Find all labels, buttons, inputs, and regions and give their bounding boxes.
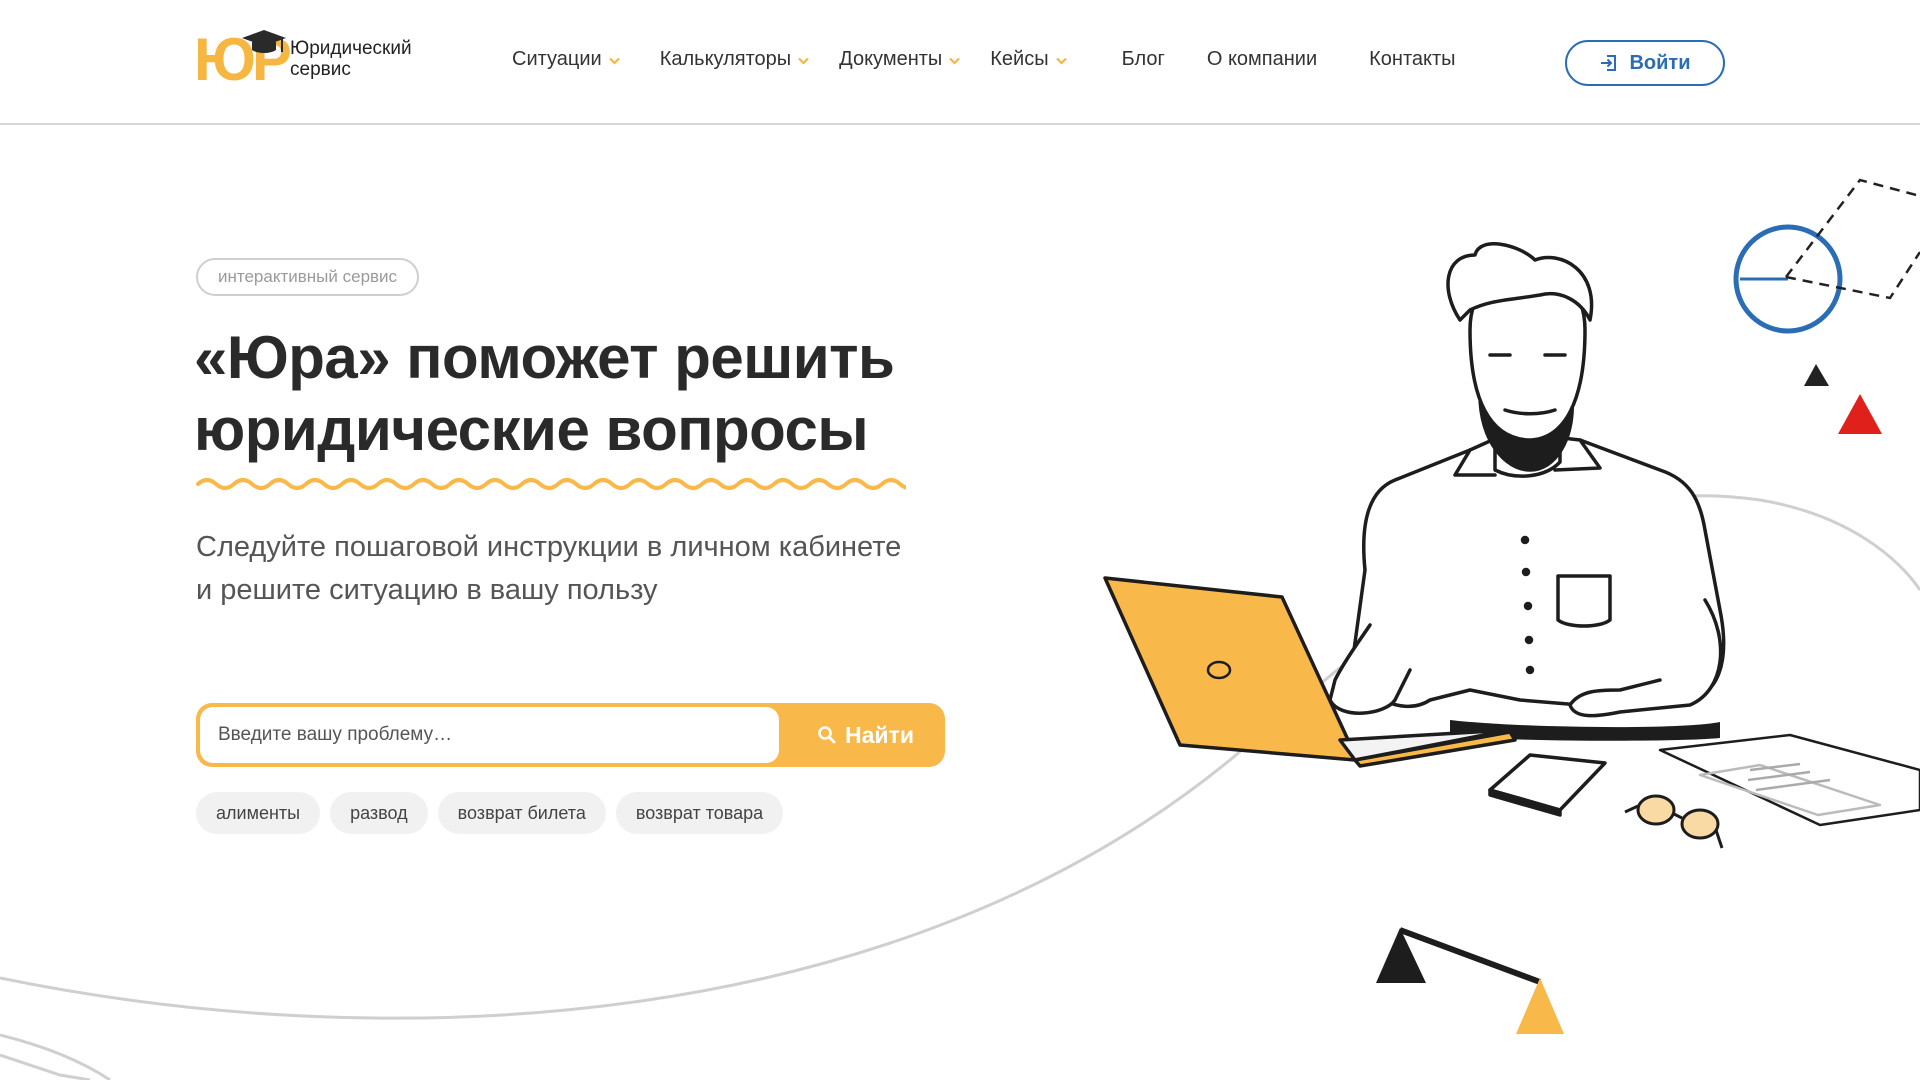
hero-title: «Юра» поможет решить юридические вопросы <box>194 322 1014 466</box>
tag-divorce[interactable]: развод <box>330 792 428 834</box>
tag-alimony[interactable]: алименты <box>196 792 321 834</box>
nav-item-situations[interactable]: Ситуации <box>512 48 620 71</box>
hero-subtitle: Следуйте пошаговой инструкции в личном к… <box>196 526 1016 612</box>
service-badge: интерактивный сервис <box>196 258 420 296</box>
decor-red-triangle <box>1838 394 1882 434</box>
login-label: Войти <box>1629 51 1691 74</box>
nav-item-label: Кейсы <box>990 48 1049 70</box>
popular-tags: алименты развод возврат билета возврат т… <box>196 792 793 834</box>
nav-item-about[interactable]: О компании <box>1207 48 1317 71</box>
chevron-down-icon <box>608 57 620 65</box>
nav-item-contacts[interactable]: Контакты <box>1369 48 1455 71</box>
logo-text: Юридический сервис <box>290 38 412 80</box>
tag-ticket-refund[interactable]: возврат билета <box>437 792 606 834</box>
man-illustration <box>1328 242 1726 718</box>
chevron-down-icon <box>798 57 809 65</box>
nav-item-label: О компании <box>1206 48 1318 70</box>
glasses-illustration <box>1624 794 1724 849</box>
search-icon <box>818 726 836 744</box>
decor-black-triangle-small <box>1804 364 1829 386</box>
nav-item-label: Калькуляторы <box>659 48 792 70</box>
site-logo[interactable]: ЮР Юридический сервис <box>194 28 412 90</box>
tag-goods-return[interactable]: возврат товара <box>615 792 784 834</box>
desk-shadow <box>1450 720 1720 741</box>
search-bar: Найти <box>196 703 945 767</box>
logo-mark: ЮР <box>194 28 292 90</box>
chevron-down-icon <box>949 57 961 65</box>
background-arc-lower <box>0 1053 91 1080</box>
logo-line-2: сервис <box>290 59 351 80</box>
login-icon <box>1601 55 1617 71</box>
nav-item-label: Документы <box>839 48 943 70</box>
decor-blue-circle <box>1733 224 1843 334</box>
nav-item-calculators[interactable]: Калькуляторы <box>660 48 809 71</box>
phone-illustration <box>1488 753 1607 817</box>
search-input[interactable] <box>200 707 779 763</box>
hero-subtitle-line-1: Следуйте пошаговой инструкции в личном к… <box>196 531 902 563</box>
hero-title-line-2: юридические вопросы <box>194 396 869 463</box>
search-button-label: Найти <box>845 721 914 748</box>
graduation-cap-icon <box>242 30 286 53</box>
papers-illustration <box>1658 733 1920 827</box>
nav-item-documents[interactable]: Документы <box>839 48 961 71</box>
site-header: ЮР Юридический сервис Ситуации Калькулят… <box>0 0 1920 125</box>
nav-item-label: Контакты <box>1369 48 1456 70</box>
login-button[interactable]: Войти <box>1565 40 1725 86</box>
decor-dashed-square <box>1785 178 1920 300</box>
laptop-illustration <box>1103 576 1517 768</box>
nav-item-blog[interactable]: Блог <box>1122 48 1165 71</box>
chevron-down-icon <box>1055 57 1067 65</box>
hero-title-line-1: «Юра» поможет решить <box>194 324 895 391</box>
nav-item-cases[interactable]: Кейсы <box>990 48 1067 71</box>
nav-item-label: Блог <box>1121 48 1165 70</box>
search-button[interactable]: Найти <box>786 703 945 767</box>
title-underline-wave <box>196 478 906 490</box>
decor-scale-black <box>1376 928 1426 983</box>
logo-line-1: Юридический <box>290 38 412 59</box>
nav-item-label: Ситуации <box>512 48 602 70</box>
hero-subtitle-line-2: и решите ситуацию в вашу пользу <box>196 574 658 606</box>
main-nav: Ситуации Калькуляторы Документы Кейсы Бл… <box>512 48 1456 71</box>
decor-scale-yellow <box>1516 978 1564 1034</box>
